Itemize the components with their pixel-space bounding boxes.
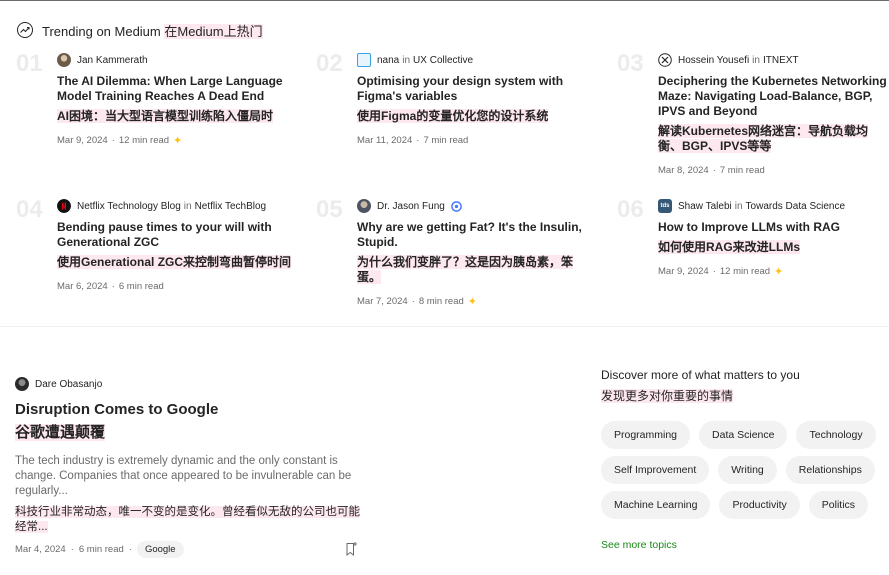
trending-number: 02: [316, 50, 343, 77]
topic-chip-politics[interactable]: Politics: [808, 491, 869, 519]
topic-chip-relationships[interactable]: Relationships: [785, 456, 875, 484]
topic-chip-writing[interactable]: Writing: [718, 456, 777, 484]
featured-meta: Mar 4, 2024 · 6 min read · Google: [15, 541, 184, 558]
topic-row: Self Improvement Writing Relationships: [601, 456, 881, 484]
trending-number: 03: [617, 50, 644, 77]
read-time: 7 min read: [719, 165, 765, 176]
article-meta: Mar 9, 2024 · 12 min read ✦: [658, 265, 784, 278]
topic-chip-data-science[interactable]: Data Science: [699, 421, 788, 449]
author-name[interactable]: Jan Kammerath: [77, 55, 148, 66]
bookmark-add-icon[interactable]: [343, 541, 359, 557]
topic-chip-technology[interactable]: Technology: [796, 421, 876, 449]
topic-chip-self-improvement[interactable]: Self Improvement: [601, 456, 710, 484]
author-name[interactable]: Shaw Talebi: [678, 201, 732, 212]
topic-chip-machine-learning[interactable]: Machine Learning: [601, 491, 711, 519]
trending-number: 05: [316, 196, 343, 223]
featured-article[interactable]: Dare Obasanjo Disruption Comes to Google…: [15, 376, 365, 535]
avatar[interactable]: [15, 377, 29, 391]
article-title[interactable]: Why are we getting Fat? It's the Insulin…: [357, 220, 595, 250]
article-title[interactable]: Bending pause times to your will with Ge…: [57, 220, 295, 250]
author-name[interactable]: Hossein Yousefi: [678, 55, 749, 66]
topic-row: Programming Data Science Technology: [601, 421, 881, 449]
topic-chips: Programming Data Science Technology Self…: [601, 421, 881, 526]
member-star-icon: ✦: [173, 134, 183, 147]
author-line: tds Shaw Talebi in Towards Data Science: [658, 198, 889, 214]
member-star-icon: ✦: [467, 295, 477, 308]
author-name[interactable]: Dr. Jason Fung: [377, 201, 445, 212]
author-line: Dare Obasanjo: [15, 376, 365, 392]
topic-chip-productivity[interactable]: Productivity: [719, 491, 800, 519]
article-title[interactable]: The AI Dilemma: When Large Language Mode…: [57, 74, 295, 104]
article-title[interactable]: Optimising your design system with Figma…: [357, 74, 595, 104]
author-line: Netflix Technology Blog in Netflix TechB…: [57, 198, 295, 214]
trending-number: 04: [16, 196, 43, 223]
article-meta: Mar 6, 2024 · 6 min read: [57, 281, 164, 292]
article-date: Mar 6, 2024: [57, 281, 108, 292]
author-name[interactable]: Dare Obasanjo: [35, 379, 102, 390]
article-meta: Mar 7, 2024 · 8 min read ✦: [357, 295, 477, 308]
article-title-translation: 为什么我们变胖了？这是因为胰岛素，笨蛋。: [357, 255, 574, 284]
article-title-translation: 如何使用RAG来改进LLMs: [658, 240, 800, 254]
read-time: 6 min read: [118, 281, 164, 292]
article-date: Mar 9, 2024: [57, 135, 108, 146]
author-name[interactable]: nana: [377, 55, 399, 66]
avatar[interactable]: [357, 199, 371, 213]
article-date: Mar 4, 2024: [15, 544, 66, 555]
article-title-translation: 使用Generational ZGC来控制弯曲暂停时间: [57, 255, 292, 269]
trending-icon: [17, 22, 33, 38]
article-title[interactable]: How to Improve LLMs with RAG: [658, 220, 889, 235]
publication-name[interactable]: Towards Data Science: [746, 201, 846, 212]
topic-chip-programming[interactable]: Programming: [601, 421, 691, 449]
article-title-translation: 解读Kubernetes网络迷宫：导航负载均衡、BGP、IPVS等等: [658, 124, 869, 153]
netflix-logo-icon[interactable]: [57, 199, 71, 213]
article-meta: Mar 9, 2024 · 12 min read ✦: [57, 134, 183, 147]
read-time: 12 min read: [118, 135, 170, 146]
publication-name[interactable]: UX Collective: [413, 55, 473, 66]
avatar[interactable]: [57, 53, 71, 67]
read-time: 12 min read: [719, 266, 771, 277]
top-border: [0, 0, 889, 1]
read-time: 7 min read: [423, 135, 469, 146]
trending-number: 01: [16, 50, 43, 77]
see-more-topics-link[interactable]: See more topics: [601, 539, 677, 551]
article-date: Mar 7, 2024: [357, 296, 408, 307]
article-date: Mar 9, 2024: [658, 266, 709, 277]
article-meta: Mar 11, 2024 · 7 min read: [357, 135, 469, 146]
author-line: Dr. Jason Fung: [357, 198, 595, 214]
publication-logo-icon[interactable]: [658, 53, 672, 67]
author-line: Jan Kammerath: [57, 52, 295, 68]
trending-number: 06: [617, 196, 644, 223]
read-time: 8 min read: [418, 296, 464, 307]
trending-header: Trending on Medium 在Medium上热门: [16, 21, 263, 39]
author-line: nana in UX Collective: [357, 52, 595, 68]
article-title[interactable]: Disruption Comes to Google: [15, 401, 365, 419]
article-title-translation: 谷歌遭遇颠覆: [15, 424, 106, 441]
member-star-icon: ✦: [774, 265, 784, 278]
publication-name[interactable]: ITNEXT: [763, 55, 799, 66]
verified-badge-icon: [450, 200, 462, 212]
discover-heading-translation: 发现更多对你重要的事情: [601, 389, 734, 403]
trending-title: Trending on Medium 在Medium上热门: [42, 23, 263, 39]
article-date: Mar 8, 2024: [658, 165, 709, 176]
topic-row: Machine Learning Productivity Politics: [601, 491, 881, 519]
read-time: 6 min read: [78, 544, 124, 555]
topic-tag[interactable]: Google: [136, 541, 184, 558]
avatar[interactable]: [357, 53, 371, 67]
article-title-translation: AI困境：当大型语言模型训练陷入僵局时: [57, 109, 274, 123]
article-meta: Mar 8, 2024 · 7 min read: [658, 165, 765, 176]
section-divider: [0, 326, 889, 327]
tds-logo-icon[interactable]: tds: [658, 199, 672, 213]
author-line: Hossein Yousefi in ITNEXT: [658, 52, 889, 68]
article-description[interactable]: The tech industry is extremely dynamic a…: [15, 454, 365, 499]
discover-heading: Discover more of what matters to you: [601, 368, 800, 382]
author-name[interactable]: Netflix Technology Blog: [77, 201, 181, 212]
article-title[interactable]: Deciphering the Kubernetes Networking Ma…: [658, 74, 889, 119]
discover-section: Discover more of what matters to you 发现更…: [601, 368, 871, 404]
article-description-translation: 科技行业非常动态，唯一不变的是变化。曾经看似无敌的公司也可能经常...: [15, 506, 360, 533]
article-date: Mar 11, 2024: [357, 135, 413, 146]
article-title-translation: 使用Figma的变量优化您的设计系统: [357, 109, 549, 123]
publication-name[interactable]: Netflix TechBlog: [195, 201, 267, 212]
